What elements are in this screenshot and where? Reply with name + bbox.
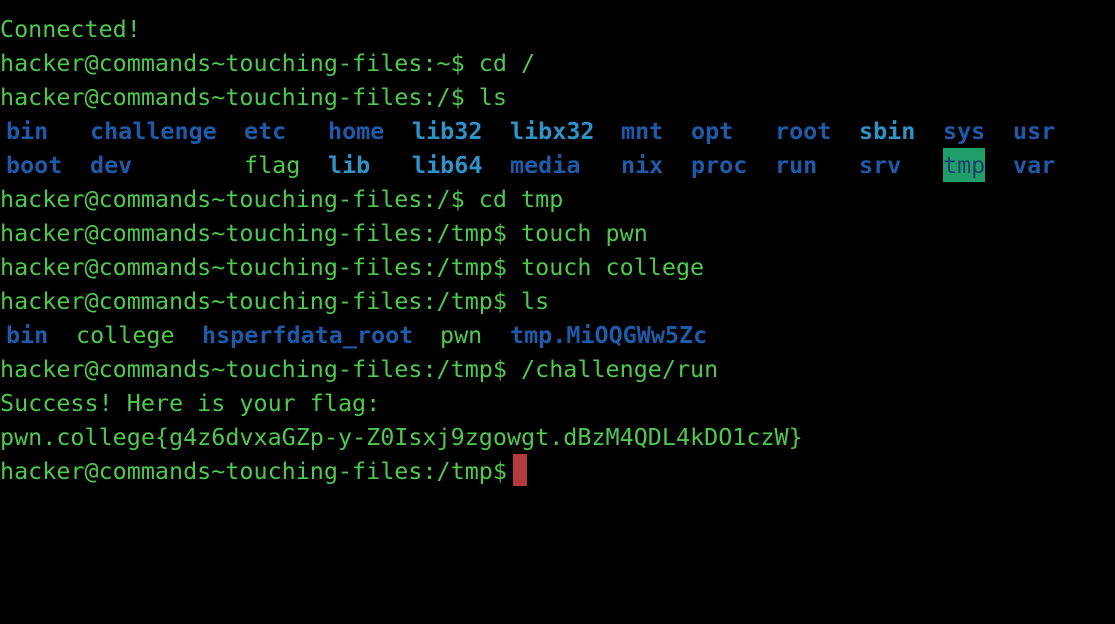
ls-entry-directory: srv bbox=[859, 151, 902, 179]
ls-output-row: bin challenge etc home lib32 libx32 mnt … bbox=[0, 114, 1115, 148]
ls-entry-directory: opt bbox=[691, 117, 734, 145]
terminal-line: hacker@commands~touching-files:/tmp$ ls bbox=[0, 284, 1115, 318]
ls-entry-directory: challenge bbox=[90, 117, 217, 145]
terminal-line: hacker@commands~touching-files:~$ cd / bbox=[0, 46, 1115, 80]
ls-entry-file: college bbox=[76, 321, 175, 349]
shell-prompt: hacker@commands~touching-files:~$ bbox=[0, 49, 465, 77]
ls-entry-directory: dev bbox=[90, 151, 133, 179]
shell-prompt: hacker@commands~touching-files:/tmp$ bbox=[0, 287, 507, 315]
ls-entry-directory: sys bbox=[943, 117, 986, 145]
ls-output-row: boot dev flag lib lib64 media nix proc r… bbox=[0, 148, 1115, 182]
ls-entry-symlink: lib32 bbox=[412, 117, 483, 145]
ls-entry-file: flag bbox=[244, 151, 301, 179]
flag-text: pwn.college{g4z6dvxaGZp-y-Z0Isxj9zgowgt.… bbox=[0, 423, 803, 451]
shell-prompt: hacker@commands~touching-files:/$ bbox=[0, 83, 465, 111]
command-text: touch pwn bbox=[506, 219, 648, 247]
ls-entry-symlink: bin bbox=[6, 117, 49, 145]
terminal-line: hacker@commands~touching-files:/tmp$ /ch… bbox=[0, 352, 1115, 386]
command-text: cd / bbox=[464, 49, 536, 77]
ls-entry-directory: proc bbox=[691, 151, 748, 179]
terminal-line: Success! Here is your flag: bbox=[0, 386, 1115, 420]
terminal-line: hacker@commands~touching-files:/tmp$ bbox=[0, 454, 1115, 488]
terminal-line: hacker@commands~touching-files:/tmp$ tou… bbox=[0, 250, 1115, 284]
ls-entry-directory: root bbox=[775, 117, 832, 145]
ls-entry-symlink: lib bbox=[328, 151, 371, 179]
command-text: cd tmp bbox=[464, 185, 564, 213]
command-text: touch college bbox=[506, 253, 705, 281]
command-text: ls bbox=[506, 287, 550, 315]
ls-entry-directory: boot bbox=[6, 151, 63, 179]
ls-entry-directory: etc bbox=[244, 117, 287, 145]
shell-prompt: hacker@commands~touching-files:/tmp$ bbox=[0, 219, 507, 247]
shell-prompt: hacker@commands~touching-files:/tmp$ bbox=[0, 253, 507, 281]
ls-entry-file: pwn bbox=[440, 321, 483, 349]
text-cursor[interactable] bbox=[512, 454, 527, 486]
command-text: ls bbox=[464, 83, 507, 111]
terminal-line: hacker@commands~touching-files:/$ cd tmp bbox=[0, 182, 1115, 216]
ls-entry-directory: home bbox=[328, 117, 385, 145]
ls-entry-directory: run bbox=[775, 151, 818, 179]
shell-prompt: hacker@commands~touching-files:/tmp$ bbox=[0, 355, 507, 383]
ls-entry-sticky-directory: tmp bbox=[943, 148, 986, 182]
shell-prompt: hacker@commands~touching-files:/$ bbox=[0, 185, 465, 213]
ls-entry-directory: var bbox=[1013, 151, 1056, 179]
terminal-line: hacker@commands~touching-files:/tmp$ tou… bbox=[0, 216, 1115, 250]
ls-entry-directory: mnt bbox=[621, 117, 664, 145]
ls-entry-symlink: sbin bbox=[859, 117, 916, 145]
ls-entry-directory: bin bbox=[6, 321, 49, 349]
ls-entry-directory: hsperfdata_root bbox=[202, 321, 414, 349]
ls-output-row: bin college hsperfdata_root pwn tmp.MiOQ… bbox=[0, 318, 1115, 352]
terminal-line: pwn.college{g4z6dvxaGZp-y-Z0Isxj9zgowgt.… bbox=[0, 420, 1115, 454]
terminal-line: Connected! bbox=[0, 12, 1115, 46]
ls-entry-directory: tmp.MiOQGWw5Zc bbox=[510, 321, 708, 349]
ls-entry-directory: nix bbox=[621, 151, 664, 179]
ls-entry-symlink: lib64 bbox=[412, 151, 483, 179]
success-message: Success! Here is your flag: bbox=[0, 389, 381, 417]
shell-prompt: hacker@commands~touching-files:/tmp$ bbox=[0, 457, 507, 485]
terminal-output[interactable]: Connected! hacker@commands~touching-file… bbox=[0, 12, 1115, 488]
command-text: /challenge/run bbox=[506, 355, 719, 383]
terminal-line: hacker@commands~touching-files:/$ ls bbox=[0, 80, 1115, 114]
ls-entry-symlink: libx32 bbox=[510, 117, 595, 145]
ls-entry-directory: media bbox=[510, 151, 581, 179]
connected-message: Connected! bbox=[0, 15, 141, 43]
ls-entry-directory: usr bbox=[1013, 117, 1056, 145]
